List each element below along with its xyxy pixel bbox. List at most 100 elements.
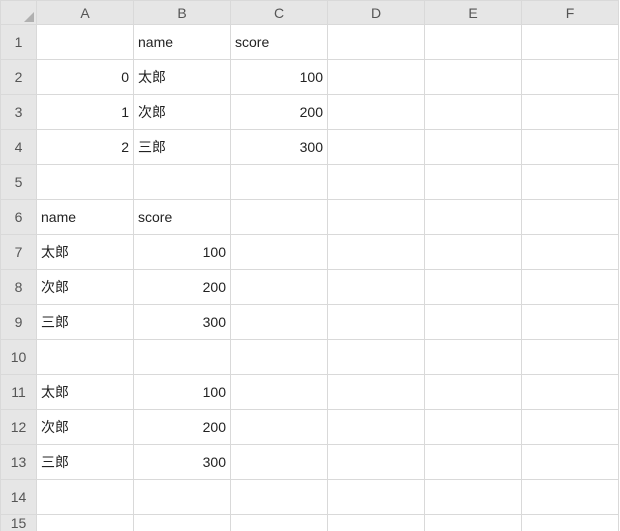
- cell-E5[interactable]: [425, 165, 522, 200]
- row-header-10[interactable]: 10: [1, 340, 37, 375]
- cell-E1[interactable]: [425, 25, 522, 60]
- row-header-12[interactable]: 12: [1, 410, 37, 445]
- row-header-15[interactable]: 15: [1, 515, 37, 531]
- cell-B5[interactable]: [134, 165, 231, 200]
- cell-D4[interactable]: [328, 130, 425, 165]
- cell-A14[interactable]: [37, 480, 134, 515]
- cell-F11[interactable]: [522, 375, 619, 410]
- cell-F6[interactable]: [522, 200, 619, 235]
- cell-E10[interactable]: [425, 340, 522, 375]
- cell-A9[interactable]: 三郎: [37, 305, 134, 340]
- cell-A10[interactable]: [37, 340, 134, 375]
- cell-D13[interactable]: [328, 445, 425, 480]
- row-header-13[interactable]: 13: [1, 445, 37, 480]
- cell-F4[interactable]: [522, 130, 619, 165]
- cell-D9[interactable]: [328, 305, 425, 340]
- cell-E15[interactable]: [425, 515, 522, 531]
- cell-A2[interactable]: 0: [37, 60, 134, 95]
- spreadsheet-grid[interactable]: A B C D E F 1 name score 2 0 太郎 100 3 1 …: [0, 0, 619, 531]
- cell-A5[interactable]: [37, 165, 134, 200]
- cell-B14[interactable]: [134, 480, 231, 515]
- cell-D5[interactable]: [328, 165, 425, 200]
- cell-F14[interactable]: [522, 480, 619, 515]
- cell-F13[interactable]: [522, 445, 619, 480]
- cell-E3[interactable]: [425, 95, 522, 130]
- cell-E14[interactable]: [425, 480, 522, 515]
- row-header-4[interactable]: 4: [1, 130, 37, 165]
- cell-B12[interactable]: 200: [134, 410, 231, 445]
- cell-D1[interactable]: [328, 25, 425, 60]
- cell-D3[interactable]: [328, 95, 425, 130]
- col-header-A[interactable]: A: [37, 1, 134, 25]
- col-header-E[interactable]: E: [425, 1, 522, 25]
- row-header-7[interactable]: 7: [1, 235, 37, 270]
- cell-A3[interactable]: 1: [37, 95, 134, 130]
- cell-D7[interactable]: [328, 235, 425, 270]
- cell-E9[interactable]: [425, 305, 522, 340]
- cell-D8[interactable]: [328, 270, 425, 305]
- cell-B8[interactable]: 200: [134, 270, 231, 305]
- cell-D2[interactable]: [328, 60, 425, 95]
- cell-A7[interactable]: 太郎: [37, 235, 134, 270]
- cell-F1[interactable]: [522, 25, 619, 60]
- cell-E11[interactable]: [425, 375, 522, 410]
- cell-A15[interactable]: [37, 515, 134, 531]
- row-header-2[interactable]: 2: [1, 60, 37, 95]
- cell-B15[interactable]: [134, 515, 231, 531]
- row-header-1[interactable]: 1: [1, 25, 37, 60]
- cell-F2[interactable]: [522, 60, 619, 95]
- cell-E2[interactable]: [425, 60, 522, 95]
- col-header-B[interactable]: B: [134, 1, 231, 25]
- cell-B1[interactable]: name: [134, 25, 231, 60]
- cell-C2[interactable]: 100: [231, 60, 328, 95]
- cell-C11[interactable]: [231, 375, 328, 410]
- cell-B4[interactable]: 三郎: [134, 130, 231, 165]
- cell-E13[interactable]: [425, 445, 522, 480]
- cell-C1[interactable]: score: [231, 25, 328, 60]
- row-header-8[interactable]: 8: [1, 270, 37, 305]
- cell-A13[interactable]: 三郎: [37, 445, 134, 480]
- cell-D10[interactable]: [328, 340, 425, 375]
- cell-C9[interactable]: [231, 305, 328, 340]
- cell-E12[interactable]: [425, 410, 522, 445]
- cell-C7[interactable]: [231, 235, 328, 270]
- col-header-F[interactable]: F: [522, 1, 619, 25]
- cell-F7[interactable]: [522, 235, 619, 270]
- cell-E6[interactable]: [425, 200, 522, 235]
- cell-C12[interactable]: [231, 410, 328, 445]
- cell-A4[interactable]: 2: [37, 130, 134, 165]
- col-header-C[interactable]: C: [231, 1, 328, 25]
- cell-C13[interactable]: [231, 445, 328, 480]
- select-all-corner[interactable]: [1, 1, 37, 25]
- cell-C3[interactable]: 200: [231, 95, 328, 130]
- cell-F15[interactable]: [522, 515, 619, 531]
- cell-D11[interactable]: [328, 375, 425, 410]
- cell-C8[interactable]: [231, 270, 328, 305]
- cell-C14[interactable]: [231, 480, 328, 515]
- cell-C15[interactable]: [231, 515, 328, 531]
- cell-D12[interactable]: [328, 410, 425, 445]
- row-header-3[interactable]: 3: [1, 95, 37, 130]
- cell-B11[interactable]: 100: [134, 375, 231, 410]
- cell-F10[interactable]: [522, 340, 619, 375]
- cell-F12[interactable]: [522, 410, 619, 445]
- row-header-6[interactable]: 6: [1, 200, 37, 235]
- cell-B7[interactable]: 100: [134, 235, 231, 270]
- cell-A6[interactable]: name: [37, 200, 134, 235]
- cell-B10[interactable]: [134, 340, 231, 375]
- row-header-9[interactable]: 9: [1, 305, 37, 340]
- cell-A11[interactable]: 太郎: [37, 375, 134, 410]
- cell-B3[interactable]: 次郎: [134, 95, 231, 130]
- cell-C4[interactable]: 300: [231, 130, 328, 165]
- cell-D6[interactable]: [328, 200, 425, 235]
- cell-C6[interactable]: [231, 200, 328, 235]
- cell-B9[interactable]: 300: [134, 305, 231, 340]
- cell-F8[interactable]: [522, 270, 619, 305]
- cell-D15[interactable]: [328, 515, 425, 531]
- cell-E8[interactable]: [425, 270, 522, 305]
- cell-D14[interactable]: [328, 480, 425, 515]
- cell-F9[interactable]: [522, 305, 619, 340]
- cell-F5[interactable]: [522, 165, 619, 200]
- row-header-11[interactable]: 11: [1, 375, 37, 410]
- cell-B6[interactable]: score: [134, 200, 231, 235]
